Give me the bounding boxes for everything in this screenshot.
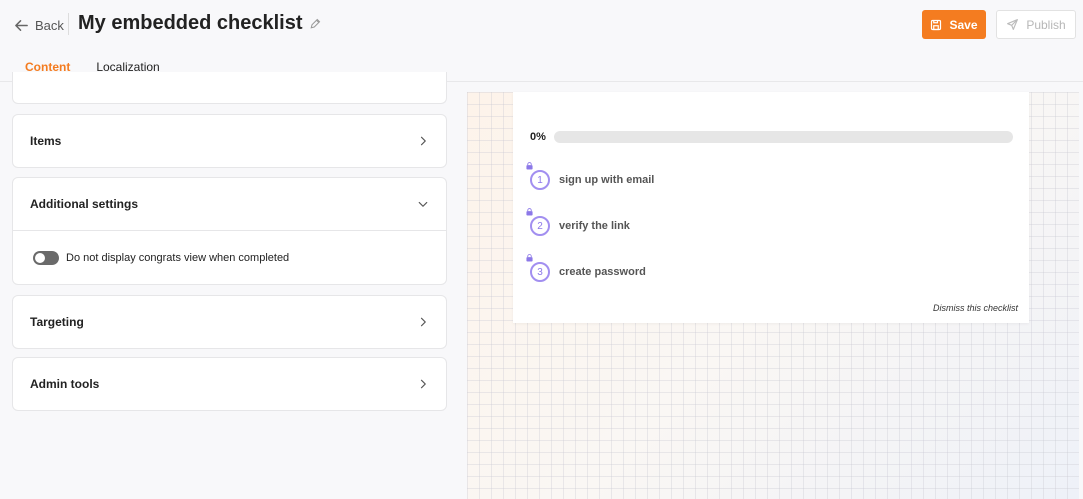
additional-settings-label: Additional settings <box>30 197 138 211</box>
item-number: 3 <box>530 262 550 282</box>
publish-label: Publish <box>1026 17 1066 32</box>
save-icon <box>931 19 942 30</box>
dismiss-checklist-link[interactable]: Dismiss this checklist <box>933 303 1018 313</box>
targeting-label: Targeting <box>30 315 84 329</box>
edit-pencil-icon[interactable] <box>309 18 321 30</box>
lock-icon <box>526 208 533 216</box>
chevron-right-icon <box>420 317 426 327</box>
checklist-item[interactable]: 2 verify the link <box>526 208 630 237</box>
congrats-toggle-label: Do not display congrats view when comple… <box>66 251 290 264</box>
item-label: create password <box>559 266 646 278</box>
item-label: verify the link <box>559 220 630 232</box>
item-number: 2 <box>530 216 550 236</box>
additional-settings-panel: Additional settings Do not display congr… <box>12 177 447 285</box>
lock-icon <box>526 162 533 170</box>
back-button[interactable]: Back <box>14 16 64 34</box>
send-icon <box>1007 19 1019 30</box>
item-number: 1 <box>530 170 550 190</box>
page-title-text: My embedded checklist <box>78 12 303 34</box>
congrats-toggle[interactable] <box>33 250 59 265</box>
items-panel[interactable]: Items <box>12 114 447 168</box>
scrolled-card <box>12 72 447 104</box>
save-button[interactable]: Save <box>922 10 986 39</box>
progress-bar <box>554 131 1013 143</box>
progress-text: 0% <box>530 131 546 143</box>
item-label: sign up with email <box>559 174 655 186</box>
targeting-panel[interactable]: Targeting <box>12 295 447 349</box>
top-bar: Back My embedded checklist Save Publish <box>0 0 1083 50</box>
checklist-item[interactable]: 1 sign up with email <box>526 162 655 191</box>
arrow-left-icon <box>15 19 28 31</box>
items-panel-label: Items <box>30 134 62 148</box>
chevron-right-icon <box>420 379 426 389</box>
checklist-item[interactable]: 3 create password <box>526 254 646 283</box>
checklist-widget: 0% 1 sign up with email 2 verify the lin… <box>513 92 1029 323</box>
page-title: My embedded checklist <box>78 12 321 35</box>
save-label: Save <box>949 17 978 32</box>
congrats-setting-row: Do not display congrats view when comple… <box>13 230 446 284</box>
chevron-right-icon <box>420 136 426 146</box>
divider <box>68 13 69 35</box>
back-label: Back <box>35 17 64 33</box>
publish-button[interactable]: Publish <box>996 10 1076 39</box>
admin-tools-panel[interactable]: Admin tools <box>12 357 447 411</box>
chevron-down-icon <box>418 201 428 207</box>
lock-icon <box>526 254 533 262</box>
admin-tools-label: Admin tools <box>30 377 100 391</box>
additional-settings-header[interactable]: Additional settings <box>13 178 446 230</box>
